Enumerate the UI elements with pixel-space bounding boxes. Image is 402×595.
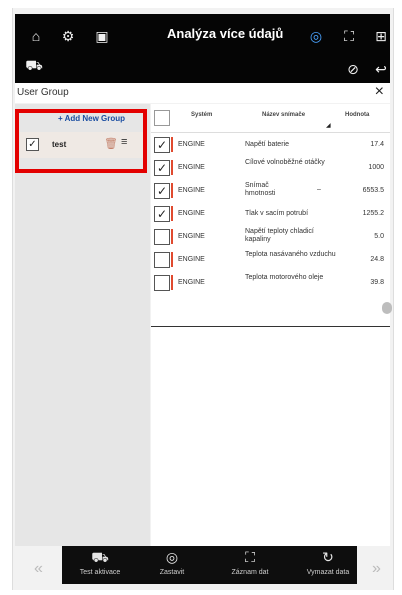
clear-label: Vymazat data — [306, 569, 350, 576]
row-extra: – — [317, 186, 321, 193]
row-checkbox[interactable]: ✓ — [154, 206, 170, 222]
car-icon[interactable]: ⛟ — [25, 57, 43, 75]
table-row[interactable]: ENGINE Teplota nasávaného vzduchu 24.8 — [151, 248, 390, 271]
row-checkbox[interactable]: ✓ — [154, 137, 170, 153]
column-sensor-name[interactable]: Název snímače — [262, 112, 305, 118]
row-value: 17.4 — [370, 141, 384, 148]
row-marker — [171, 206, 173, 221]
row-system: ENGINE — [178, 256, 205, 263]
table-row[interactable]: ✓ ENGINE Tlak v sacím potrubí 1255.2 — [151, 202, 390, 225]
row-sensor-name: Napětí teploty chladicí kapaliny — [245, 228, 314, 243]
grid-icon[interactable]: ⊞ — [372, 27, 390, 45]
row-value: 39.8 — [370, 279, 384, 286]
row-value: 1255.2 — [362, 210, 384, 217]
column-system: Systém — [191, 112, 213, 118]
row-checkbox[interactable] — [154, 252, 170, 268]
row-marker — [171, 229, 173, 244]
page-title: Analýza více údajů — [167, 26, 284, 41]
clear-data-button[interactable]: ↻ Vymazat data — [298, 548, 358, 576]
vehicle-test-icon: ⛟ — [91, 549, 109, 565]
sensor-table: Systém Název snímače Hodnota ◢ ✓ ENGINE … — [151, 104, 390, 546]
row-system: ENGINE — [178, 279, 205, 286]
user-group-label: User Group — [17, 87, 69, 98]
settings-icon[interactable]: ⚙ — [59, 27, 77, 45]
row-value: 1000 — [368, 164, 384, 171]
table-row[interactable]: ✓ ENGINE Napětí baterie 17.4 — [151, 133, 390, 156]
table-header: Systém Název snímače Hodnota ◢ — [151, 104, 390, 133]
row-system: ENGINE — [178, 210, 205, 217]
row-checkbox[interactable]: ✓ — [154, 183, 170, 199]
column-value: Hodnota — [345, 112, 370, 118]
stop-icon: ◎ — [165, 549, 179, 565]
vehicle-info-icon[interactable]: ▣ — [93, 27, 111, 45]
next-page-icon[interactable]: » — [372, 560, 381, 578]
record-data-button[interactable]: ⛶ Záznam dat — [220, 548, 280, 576]
row-divider — [151, 326, 390, 327]
row-sensor-name: Cílové volnoběžné otáčky — [245, 159, 325, 166]
row-marker — [171, 137, 173, 152]
row-system: ENGINE — [178, 141, 205, 148]
select-all-checkbox[interactable] — [154, 110, 170, 126]
row-value: 5.0 — [374, 233, 384, 240]
stop-button[interactable]: ◎ Zastavit — [142, 548, 202, 576]
row-sensor-name: Teplota motorového oleje — [245, 274, 324, 281]
row-value: 6553.5 — [362, 187, 384, 194]
sort-icon[interactable]: ◢ — [326, 122, 331, 129]
scroll-handle[interactable] — [382, 302, 392, 314]
row-marker — [171, 252, 173, 267]
prev-page-icon[interactable]: « — [34, 560, 43, 578]
row-sensor-name: Tlak v sacím potrubí — [245, 210, 309, 217]
refresh-icon: ↻ — [322, 549, 334, 565]
sensor-icon[interactable]: ◎ — [307, 27, 325, 45]
stop-label: Zastavit — [159, 569, 185, 576]
back-icon[interactable]: ↩ — [372, 60, 390, 78]
row-sensor-name: Napětí baterie — [245, 141, 289, 148]
fullscreen-icon[interactable]: ⛶ — [340, 27, 358, 45]
home-icon[interactable]: ⌂ — [27, 27, 45, 45]
row-marker — [171, 275, 173, 290]
row-marker — [171, 160, 173, 175]
row-marker — [171, 183, 173, 198]
close-icon[interactable]: × — [375, 83, 384, 101]
highlight-box — [15, 109, 147, 173]
bottom-toolbar: ⛟ Test aktivace ◎ Zastavit ⛶ Záznam dat … — [62, 546, 357, 584]
user-group-header: User Group × — [15, 83, 390, 103]
table-row[interactable]: ✓ ENGINE Cílové volnoběžné otáčky 1000 — [151, 156, 390, 179]
row-checkbox[interactable] — [154, 229, 170, 245]
row-checkbox[interactable] — [154, 275, 170, 291]
row-system: ENGINE — [178, 164, 205, 171]
record-icon: ⛶ — [245, 549, 255, 565]
row-system: ENGINE — [178, 233, 205, 240]
row-value: 24.8 — [370, 256, 384, 263]
table-row[interactable]: ✓ ENGINE Snímač hmotnosti – 6553.5 — [151, 179, 390, 202]
row-checkbox[interactable]: ✓ — [154, 160, 170, 176]
test-activation-label: Test aktivace — [79, 569, 121, 576]
table-row[interactable]: ENGINE Teplota motorového oleje 39.8 — [151, 271, 390, 294]
record-label: Záznam dat — [231, 569, 269, 576]
top-bar: ⌂ ⚙ ▣ Analýza více údajů ◎ ⛶ ⊞ ⛟ ⊘ ↩ — [15, 14, 390, 83]
row-sensor-name: Snímač hmotnosti — [245, 182, 276, 197]
test-activation-button[interactable]: ⛟ Test aktivace — [70, 548, 130, 576]
row-sensor-name: Teplota nasávaného vzduchu — [245, 251, 336, 258]
waveform-icon[interactable]: ⊘ — [344, 60, 362, 78]
row-system: ENGINE — [178, 187, 205, 194]
table-row[interactable]: ENGINE Napětí teploty chladicí kapaliny … — [151, 225, 390, 248]
